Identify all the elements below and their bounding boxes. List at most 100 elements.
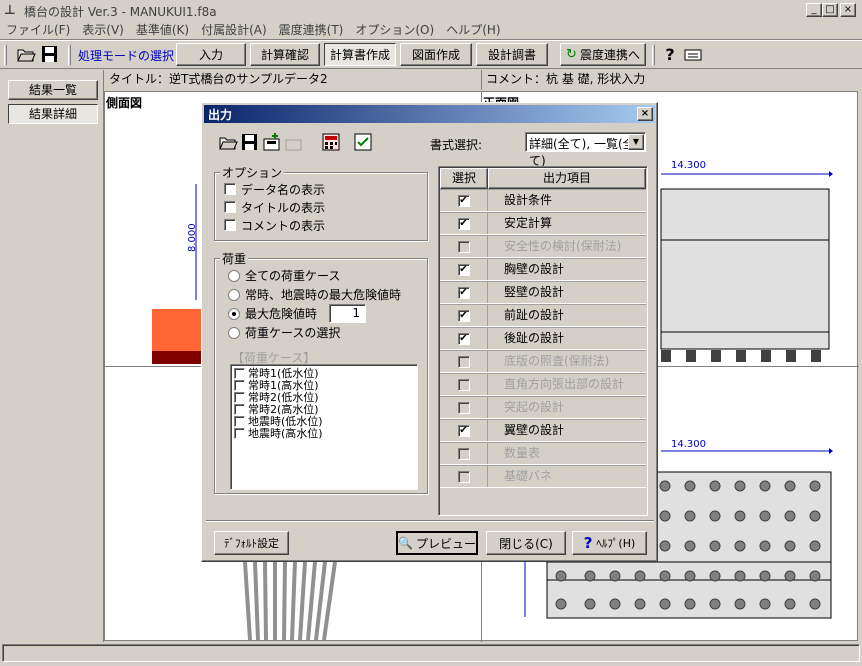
row-checkbox — [457, 355, 470, 368]
default-settings-button[interactable]: ﾃﾞﾌｫﾙﾄ設定 — [214, 531, 289, 555]
maximize-button[interactable]: □ — [822, 3, 838, 17]
check-doc-icon[interactable] — [352, 132, 374, 152]
output-row[interactable]: ✔ 設計条件 — [440, 189, 646, 212]
output-row[interactable]: ✔ 翼壁の設計 — [440, 419, 646, 442]
radio-label: 最大危険値時 — [245, 307, 318, 321]
radio-select-cases[interactable]: 荷重ケースの選択 — [228, 323, 423, 342]
load-case-list[interactable]: 常時1(低水位) 常時1(高水位) 常時2(低水位) 常時2(高水位) 地震時(… — [230, 364, 418, 490]
help-button[interactable]: ? ﾍﾙﾌﾟ(H) — [572, 531, 647, 555]
checkbox[interactable] — [234, 379, 245, 391]
close-button[interactable]: × — [840, 3, 856, 17]
option-label: コメントの表示 — [241, 218, 326, 233]
output-row[interactable]: 基礎バネ — [440, 465, 646, 488]
row-checkbox[interactable]: ✔ — [457, 194, 470, 207]
checkbox[interactable] — [234, 367, 245, 379]
menu-options[interactable]: オプション(O) — [349, 21, 440, 38]
save-icon[interactable] — [240, 132, 260, 152]
row-checkbox[interactable]: ✔ — [457, 217, 470, 230]
radio-all-cases[interactable]: 全ての荷重ケース — [228, 266, 423, 285]
row-checkbox[interactable]: ✔ — [457, 263, 470, 276]
checkbox[interactable] — [234, 403, 245, 415]
row-checkbox[interactable]: ✔ — [457, 309, 470, 322]
menu-seismic[interactable]: 震度連携(T) — [273, 21, 350, 38]
output-row[interactable]: ✔ 前趾の設計 — [440, 304, 646, 327]
mode-drawing-button[interactable]: 図面作成 — [400, 43, 472, 66]
close-dialog-button[interactable]: 閉じる(C) — [486, 531, 566, 555]
sidebar: 結果一覧 結果詳細 — [0, 70, 104, 642]
options-list: データ名の表示 タイトルの表示 コメントの表示 — [224, 180, 325, 234]
checkbox[interactable] — [234, 415, 245, 427]
output-dialog: 出力 × 書式選択: 詳細(全て), 一覧(全て) ▼ オプション データ名の表… — [201, 102, 658, 562]
seismic-link-button[interactable]: ↻ 震度連携へ — [560, 43, 646, 66]
menu-help[interactable]: ヘルプ(H) — [440, 21, 506, 38]
output-row[interactable]: 直角方向張出部の設計 — [440, 373, 646, 396]
open-folder-icon[interactable] — [16, 45, 38, 65]
mode-report-button[interactable]: 計算書作成 — [324, 43, 396, 66]
status-bar — [2, 644, 860, 662]
output-row[interactable]: ✔ 竪壁の設計 — [440, 281, 646, 304]
output-row[interactable]: 数量表 — [440, 442, 646, 465]
option-label: データ名の表示 — [241, 182, 326, 197]
option-title[interactable]: タイトルの表示 — [224, 198, 325, 216]
item-cell: 基礎バネ — [504, 469, 553, 483]
checkbox[interactable] — [224, 201, 236, 213]
select-cell: ✔ — [440, 213, 488, 234]
checkbox[interactable] — [224, 183, 236, 195]
select-cell: ✔ — [440, 328, 488, 349]
minimize-button[interactable]: _ — [806, 3, 822, 17]
col-item-header[interactable]: 出力項目 — [488, 168, 646, 189]
sidebar-item-result-list[interactable]: 結果一覧 — [8, 80, 98, 100]
item-cell: 設計条件 — [504, 193, 553, 207]
select-cell — [440, 236, 488, 257]
radio[interactable] — [228, 288, 240, 301]
menu-view[interactable]: 表示(V) — [76, 21, 130, 38]
open-folder-icon[interactable] — [218, 132, 238, 152]
save-icon[interactable] — [40, 45, 62, 65]
preview-button[interactable]: 🔍 プレビュー — [396, 531, 478, 555]
radio[interactable] — [228, 269, 240, 282]
mode-input-button[interactable]: 入力 — [176, 43, 246, 66]
menu-standard[interactable]: 基準値(K) — [130, 21, 195, 38]
output-row[interactable]: ✔ 胸壁の設計 — [440, 258, 646, 281]
dialog-title-bar: 出力 × — [204, 105, 655, 123]
mode-check-button[interactable]: 計算確認 — [250, 43, 320, 66]
output-row[interactable]: ✔ 安定計算 — [440, 212, 646, 235]
load-legend: 荷重 — [220, 250, 249, 267]
radio[interactable] — [228, 326, 240, 339]
option-comment[interactable]: コメントの表示 — [224, 216, 325, 234]
output-row[interactable]: 突起の設計 — [440, 396, 646, 419]
magnifier-icon: 🔍 — [398, 536, 413, 550]
dialog-close-icon[interactable]: × — [637, 107, 653, 121]
option-data-name[interactable]: データ名の表示 — [224, 180, 325, 198]
keyboard-icon[interactable] — [684, 47, 702, 63]
remove-icon[interactable] — [284, 132, 304, 152]
max-critical-input[interactable]: 1 — [329, 304, 366, 323]
row-checkbox[interactable]: ✔ — [457, 332, 470, 345]
checkbox[interactable] — [234, 427, 245, 439]
col-select-header[interactable]: 選択 — [440, 168, 488, 189]
load-case-item[interactable]: 地震時(高水位) — [234, 427, 414, 440]
row-checkbox[interactable]: ✔ — [457, 424, 470, 437]
checkbox[interactable] — [234, 391, 245, 403]
radio-max-critical[interactable]: 最大危険値時 — [228, 304, 423, 323]
output-row[interactable]: 底版の照査(保耐法) — [440, 350, 646, 373]
menu-file[interactable]: ファイル(F) — [0, 21, 76, 38]
select-cell: ✔ — [440, 420, 488, 441]
radio-max-normal-quake[interactable]: 常時、地震時の最大危険値時 — [228, 285, 423, 304]
add-icon[interactable] — [262, 132, 282, 152]
calculator-icon[interactable] — [320, 132, 342, 152]
help-icon[interactable]: ? — [660, 45, 680, 65]
sidebar-item-result-detail[interactable]: 結果詳細 — [8, 104, 98, 124]
mode-survey-button[interactable]: 設計調書 — [476, 43, 548, 66]
grip — [652, 45, 655, 65]
output-row[interactable]: 安全性の検討(保耐法) — [440, 235, 646, 258]
format-select[interactable]: 詳細(全て), 一覧(全て) ▼ — [525, 132, 646, 168]
radio[interactable] — [228, 307, 240, 320]
chevron-down-icon[interactable]: ▼ — [628, 134, 644, 150]
output-row[interactable]: ✔ 後趾の設計 — [440, 327, 646, 350]
menu-attached[interactable]: 付属設計(A) — [195, 21, 273, 38]
question-icon: ? — [583, 534, 593, 552]
checkbox[interactable] — [224, 219, 236, 231]
row-checkbox[interactable]: ✔ — [457, 286, 470, 299]
radio-label: 常時、地震時の最大危険値時 — [245, 288, 402, 302]
